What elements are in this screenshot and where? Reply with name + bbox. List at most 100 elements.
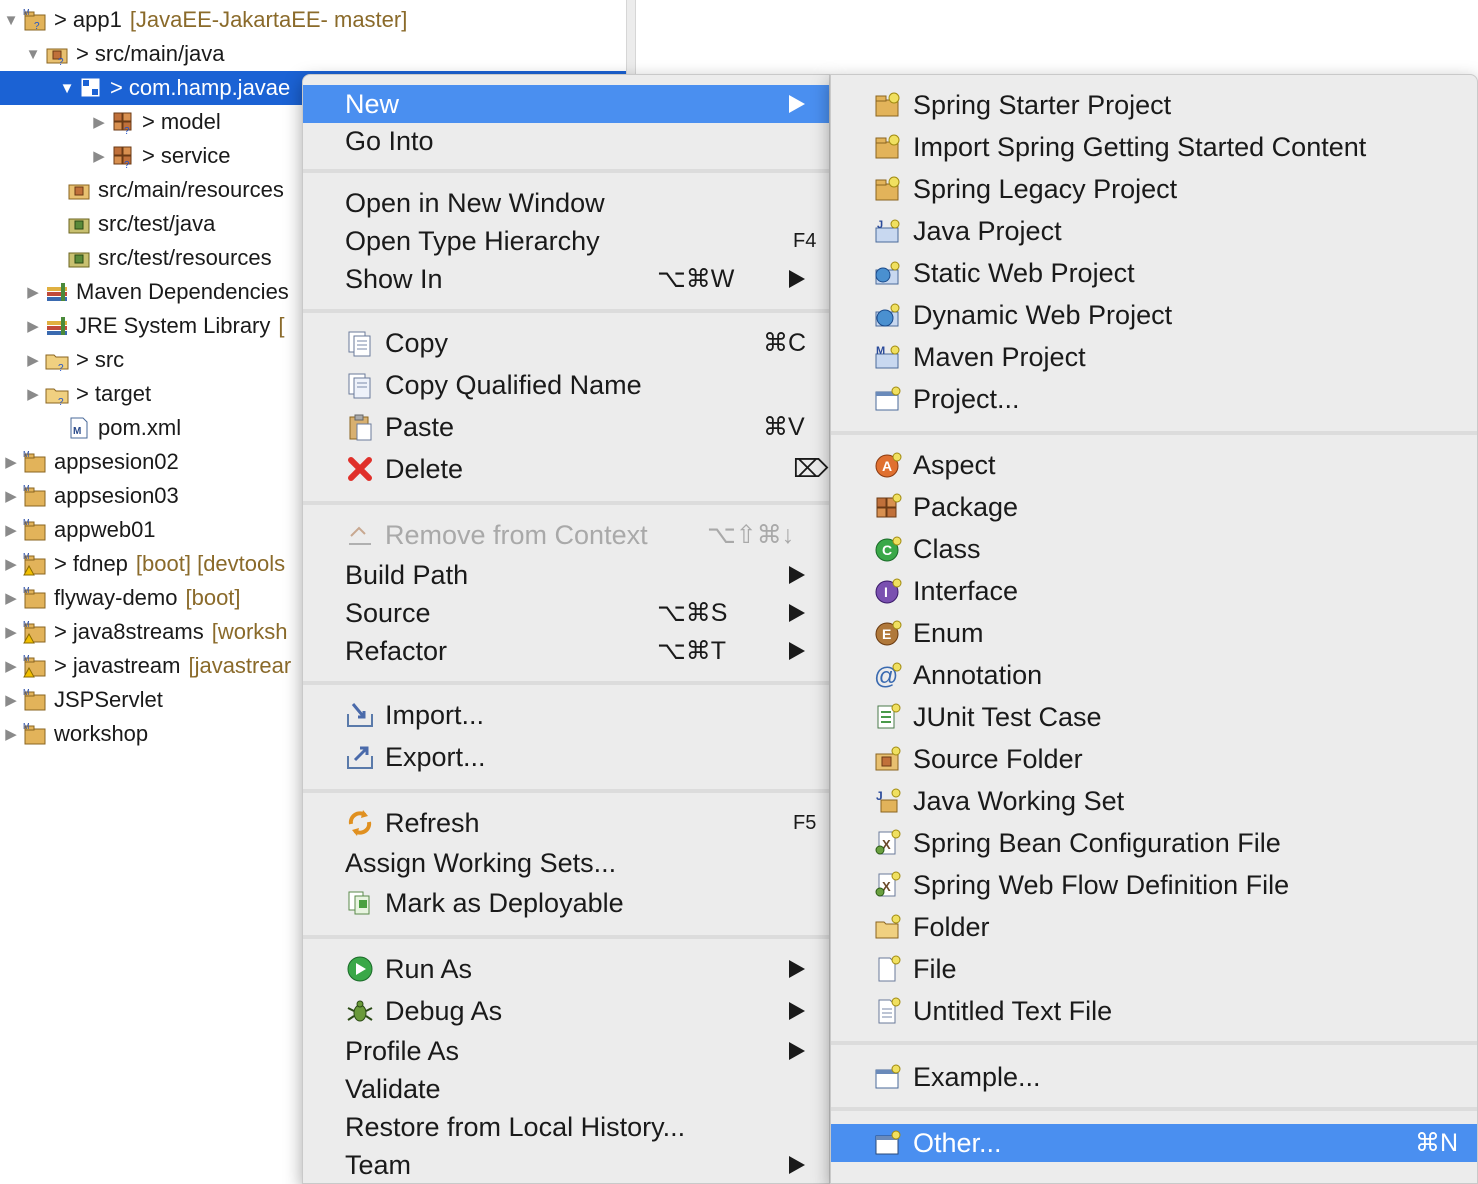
git-dirty-marker: > — [54, 7, 67, 32]
menu-item-aspect[interactable]: A Aspect — [831, 446, 1477, 484]
menu-item-maven-project[interactable]: M Maven Project — [831, 338, 1477, 376]
menu-item-source[interactable]: Source ⌥⌘S — [303, 594, 829, 632]
menu-item-debug-as[interactable]: Debug As — [303, 992, 829, 1030]
menu-item-file[interactable]: File — [831, 950, 1477, 988]
menu-item-shortcut: F4 — [793, 229, 817, 252]
menu-item-copy[interactable]: Copy ⌘C — [303, 324, 829, 362]
collapsed-icon[interactable]: ▶ — [22, 275, 44, 309]
menu-item-mark-as-deployable[interactable]: Mark as Deployable — [303, 884, 829, 922]
menu-item-label: Profile As — [345, 1035, 460, 1066]
delete-icon — [348, 457, 372, 481]
menu-item-build-path[interactable]: Build Path — [303, 556, 829, 594]
menu-item-other[interactable]: Other... ⌘N — [831, 1124, 1477, 1162]
menu-item-example[interactable]: Example... — [831, 1058, 1477, 1096]
expanded-icon[interactable]: ▼ — [22, 37, 44, 71]
menu-item-assign-working-sets[interactable]: Assign Working Sets... — [303, 844, 829, 882]
menu-item-refactor[interactable]: Refactor ⌥⌘T — [303, 632, 829, 670]
menu-item-export[interactable]: Export... — [303, 738, 829, 776]
tree-row-app1[interactable]: ▼ M? > app1 [JavaEE-JakartaEE- master] — [0, 3, 626, 37]
menu-item-spring-legacy-project[interactable]: Spring Legacy Project — [831, 170, 1477, 208]
svg-text:M: M — [23, 586, 30, 595]
menu-item-spring-web-flow-file[interactable]: X Spring Web Flow Definition File — [831, 866, 1477, 904]
menu-item-copy-qualified-name[interactable]: Copy Qualified Name — [303, 366, 829, 404]
menu-item-validate[interactable]: Validate — [303, 1070, 829, 1108]
menu-item-paste[interactable]: Paste ⌘V — [303, 408, 829, 446]
menu-item-restore-from-local-history[interactable]: Restore from Local History... — [303, 1108, 829, 1146]
collapsed-icon[interactable]: ▶ — [0, 615, 22, 649]
submenu-arrow-icon — [789, 1042, 805, 1060]
collapsed-icon[interactable]: ▶ — [0, 547, 22, 581]
menu-item-import[interactable]: Import... — [303, 696, 829, 734]
collapsed-icon[interactable]: ▶ — [0, 479, 22, 513]
collapsed-icon[interactable]: ▶ — [22, 309, 44, 343]
svg-text:?: ? — [34, 21, 40, 32]
menu-item-static-web-project[interactable]: Static Web Project — [831, 254, 1477, 292]
collapsed-icon[interactable]: ▶ — [88, 139, 110, 173]
menu-item-shortcut: ⌘V — [763, 413, 805, 441]
source-folder-icon — [875, 746, 901, 771]
tree-row-label: target — [94, 381, 152, 406]
git-decoration: [JavaEE-JakartaEE- master] — [129, 7, 408, 32]
menu-item-go-into[interactable]: Go Into — [303, 122, 829, 160]
menu-item-folder[interactable]: Folder — [831, 908, 1477, 946]
menu-item-run-as[interactable]: Run As — [303, 950, 829, 988]
collapsed-icon[interactable]: ▶ — [0, 683, 22, 717]
svg-text:M: M — [23, 620, 30, 629]
git-dirty-marker: > — [54, 551, 67, 576]
menu-item-delete[interactable]: Delete ⌦ — [303, 450, 829, 488]
svg-text:?: ? — [124, 160, 130, 169]
tree-row-label: JSPServlet — [54, 687, 163, 712]
collapsed-icon[interactable]: ▶ — [22, 377, 44, 411]
menu-item-interface[interactable]: I Interface — [831, 572, 1477, 610]
menu-item-open-type-hierarchy[interactable]: Open Type Hierarchy F4 — [303, 222, 829, 260]
menu-item-team[interactable]: Team — [303, 1146, 829, 1184]
menu-item-label: Copy — [385, 327, 449, 358]
maven-project-icon: M — [23, 450, 46, 473]
file-icon — [878, 955, 901, 982]
menu-item-shortcut: ⌥⌘S — [657, 599, 728, 627]
menu-item-class[interactable]: C Class — [831, 530, 1477, 568]
menu-item-spring-starter-project[interactable]: Spring Starter Project — [831, 86, 1477, 124]
menu-item-package[interactable]: Package — [831, 488, 1477, 526]
svg-text:M: M — [23, 484, 30, 493]
source-folder-icon: ? — [46, 48, 68, 67]
menu-item-java-project[interactable]: J Java Project — [831, 212, 1477, 250]
collapsed-icon[interactable]: ▶ — [0, 445, 22, 479]
menu-item-label: Source Folder — [913, 743, 1083, 774]
menu-item-java-working-set[interactable]: J Java Working Set — [831, 782, 1477, 820]
expanded-icon[interactable]: ▼ — [56, 71, 78, 105]
menu-item-source-folder[interactable]: Source Folder — [831, 740, 1477, 778]
menu-item-new[interactable]: New — [303, 85, 829, 123]
menu-item-refresh[interactable]: Refresh F5 — [303, 804, 829, 842]
new-project-icon — [875, 386, 901, 411]
menu-item-profile-as[interactable]: Profile As — [303, 1032, 829, 1070]
menu-item-label: Dynamic Web Project — [913, 299, 1173, 330]
collapsed-icon[interactable]: ▶ — [88, 105, 110, 139]
collapsed-icon[interactable]: ▶ — [0, 717, 22, 751]
expanded-icon[interactable]: ▼ — [0, 3, 22, 37]
svg-text:?: ? — [124, 126, 130, 135]
collapsed-icon[interactable]: ▶ — [22, 343, 44, 377]
menu-item-shortcut: ⌥⇧⌘↓ — [707, 521, 795, 549]
collapsed-icon[interactable]: ▶ — [0, 649, 22, 683]
menu-item-open-in-new-window[interactable]: Open in New Window — [303, 184, 829, 222]
menu-item-spring-bean-config-file[interactable]: X Spring Bean Configuration File — [831, 824, 1477, 862]
collapsed-icon[interactable]: ▶ — [0, 513, 22, 547]
menu-item-label: Spring Starter Project — [913, 89, 1172, 120]
menu-item-show-in[interactable]: Show In ⌥⌘W — [303, 260, 829, 298]
collapsed-icon[interactable]: ▶ — [0, 581, 22, 615]
menu-item-enum[interactable]: E Enum — [831, 614, 1477, 652]
menu-item-dynamic-web-project[interactable]: Dynamic Web Project — [831, 296, 1477, 334]
menu-item-project[interactable]: Project... — [831, 380, 1477, 418]
menu-item-import-spring-getting-started[interactable]: Import Spring Getting Started Content — [831, 128, 1477, 166]
menu-item-junit-test-case[interactable]: JUnit Test Case — [831, 698, 1477, 736]
menu-item-untitled-text-file[interactable]: Untitled Text File — [831, 992, 1477, 1030]
tree-row-src-main-java[interactable]: ▼ ? > src/main/java — [0, 37, 626, 71]
remove-context-icon — [349, 526, 371, 545]
git-dirty-marker: > — [76, 41, 89, 66]
menu-item-annotation[interactable]: @ Annotation — [831, 656, 1477, 694]
menu-item-label: JUnit Test Case — [913, 701, 1102, 732]
java-project-icon: J — [875, 219, 900, 243]
svg-text:M: M — [23, 552, 30, 561]
